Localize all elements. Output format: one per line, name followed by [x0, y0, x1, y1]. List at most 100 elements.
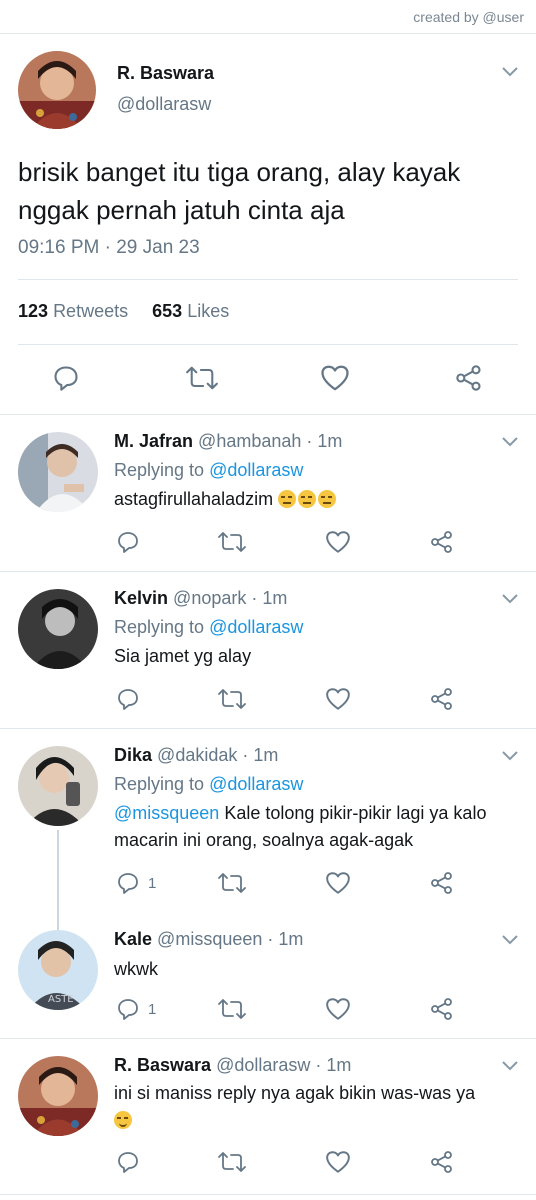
reply-icon: [118, 689, 138, 710]
retweet-button[interactable]: [218, 871, 246, 895]
reply-text: Sia jamet yg alay: [114, 646, 252, 666]
expressionless-face-icon: [278, 490, 297, 508]
replying-to: Replying to @dollarasw: [114, 774, 303, 795]
author-handle[interactable]: @hambanah · 1m: [198, 431, 342, 451]
mention-link[interactable]: @missqueen: [114, 803, 219, 823]
share-icon: [456, 365, 481, 391]
tweet-timestamp[interactable]: 09:16 PM · 29 Jan 23: [18, 237, 200, 259]
author-name[interactable]: Kale: [114, 929, 152, 949]
heart-icon: [326, 531, 350, 553]
reply-text: @missqueen Kale tolong pikir-pikir lagi …: [114, 800, 524, 854]
avatar[interactable]: [18, 746, 98, 826]
author-name[interactable]: R. Baswara: [114, 1055, 211, 1075]
retweet-button[interactable]: [218, 997, 246, 1021]
reply-button[interactable]: 1: [116, 997, 156, 1021]
replying-prefix: Replying to: [114, 774, 210, 794]
share-button[interactable]: [430, 530, 454, 554]
heart-icon: [326, 872, 350, 894]
author-name[interactable]: R. Baswara: [117, 63, 214, 84]
retweet-icon: [218, 999, 246, 1019]
author-name[interactable]: Kelvin: [114, 588, 168, 608]
share-icon: [431, 998, 452, 1020]
chevron-down-icon[interactable]: [502, 935, 518, 945]
chevron-down-icon[interactable]: [502, 1061, 518, 1071]
retweet-button[interactable]: [218, 1150, 246, 1174]
author-handle[interactable]: @missqueen · 1m: [157, 929, 303, 949]
credit-text: created by @user: [413, 9, 524, 25]
like-button[interactable]: [320, 364, 350, 392]
share-icon: [431, 688, 452, 710]
like-button[interactable]: [325, 530, 351, 554]
retweet-button[interactable]: [186, 364, 218, 392]
retweet-icon: [218, 532, 246, 552]
share-button[interactable]: [455, 364, 483, 392]
replying-prefix: Replying to: [114, 617, 210, 637]
retweet-button[interactable]: [218, 687, 246, 711]
divider: [0, 571, 536, 572]
reply-icon: [118, 1152, 138, 1173]
share-button[interactable]: [430, 871, 454, 895]
avatar[interactable]: ASTE: [18, 930, 98, 1010]
share-icon: [431, 872, 452, 894]
chevron-down-icon[interactable]: [502, 594, 518, 604]
divider: [0, 1038, 536, 1039]
heart-icon: [326, 998, 350, 1020]
replying-to-link[interactable]: @dollarasw: [209, 460, 303, 480]
avatar[interactable]: [18, 589, 98, 669]
chevron-down-icon[interactable]: [502, 67, 518, 77]
reply-button[interactable]: [116, 687, 140, 711]
replying-to-link[interactable]: @dollarasw: [209, 774, 303, 794]
heart-icon: [321, 365, 349, 391]
share-icon: [431, 531, 452, 553]
top-divider: [0, 33, 536, 34]
retweets-count[interactable]: 123: [18, 301, 48, 321]
like-button[interactable]: [325, 1150, 351, 1174]
reply-text-content: astagfirullahaladzim: [114, 489, 274, 509]
reply-icon: [118, 873, 138, 894]
author-handle[interactable]: @dakidak · 1m: [157, 745, 278, 765]
avatar[interactable]: [18, 1056, 98, 1136]
like-button[interactable]: [325, 871, 351, 895]
author-handle[interactable]: @dollarasw: [117, 94, 211, 115]
reply-icon: [118, 532, 138, 553]
share-icon: [431, 1151, 452, 1173]
avatar-image: [18, 1056, 98, 1136]
share-button[interactable]: [430, 1150, 454, 1174]
author-handle[interactable]: @nopark · 1m: [173, 588, 287, 608]
avatar[interactable]: [18, 51, 96, 129]
author-name[interactable]: Dika: [114, 745, 152, 765]
reply-button[interactable]: 1: [116, 871, 156, 895]
share-button[interactable]: [430, 687, 454, 711]
divider: [0, 728, 536, 729]
retweet-icon: [186, 366, 218, 390]
chevron-down-icon[interactable]: [502, 437, 518, 447]
reply-icon: [54, 366, 78, 391]
reply-header: Kelvin @nopark · 1m: [114, 588, 287, 609]
retweet-button[interactable]: [218, 530, 246, 554]
reply-button[interactable]: [116, 1150, 140, 1174]
avatar[interactable]: [18, 432, 98, 512]
reply-text: ini si maniss reply nya agak bikin was-w…: [114, 1080, 524, 1134]
like-button[interactable]: [325, 997, 351, 1021]
divider: [0, 414, 536, 415]
likes-count[interactable]: 653: [152, 301, 182, 321]
share-button[interactable]: [430, 997, 454, 1021]
svg-text:ASTE: ASTE: [48, 994, 74, 1005]
chevron-down-icon[interactable]: [502, 751, 518, 761]
expressionless-face-icon: [298, 490, 317, 508]
author-name[interactable]: M. Jafran: [114, 431, 193, 451]
replying-to-link[interactable]: @dollarasw: [209, 617, 303, 637]
reply-text: wkwk: [114, 959, 158, 979]
likes-label[interactable]: Likes: [187, 301, 229, 321]
reply-button[interactable]: [116, 530, 140, 554]
reply-header: R. Baswara @dollarasw · 1m: [114, 1055, 351, 1076]
divider: [18, 279, 518, 280]
reply-text-content: ini si maniss reply nya agak bikin was-w…: [114, 1083, 476, 1103]
divider: [0, 1194, 536, 1195]
slightly-smiling-face-icon: [114, 1111, 132, 1129]
reply-text: astagfirullahaladzim: [114, 486, 524, 513]
like-button[interactable]: [325, 687, 351, 711]
reply-button[interactable]: [52, 364, 80, 392]
author-handle[interactable]: @dollarasw · 1m: [216, 1055, 351, 1075]
retweets-label[interactable]: Retweets: [53, 301, 128, 321]
